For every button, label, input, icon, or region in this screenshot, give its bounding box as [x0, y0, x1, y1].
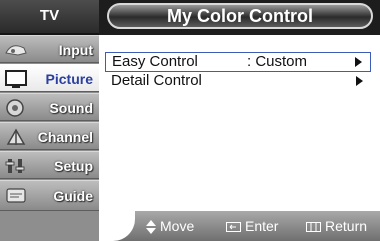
menu-item-easy-control[interactable]: Easy Control : Custom	[105, 52, 371, 72]
sidebar-item-input[interactable]: Input	[0, 35, 99, 63]
sidebar-item-label: Sound	[49, 100, 93, 116]
footer-hint-bar: Move Enter Return	[99, 211, 380, 241]
footer-enter-hint: Enter	[226, 211, 278, 241]
menu-item-label: Detail Control	[111, 72, 202, 89]
menu-item-value: : Custom	[247, 53, 308, 70]
guide-icon	[6, 188, 26, 203]
footer-return-label: Return	[325, 218, 368, 234]
menu-item-detail-control[interactable]: Detail Control	[105, 72, 371, 92]
enter-icon	[226, 222, 241, 233]
footer-return-hint: Return	[306, 211, 367, 241]
input-icon	[5, 45, 27, 56]
sidebar-item-setup[interactable]: Setup	[0, 151, 99, 179]
sound-icon	[6, 99, 24, 117]
footer-move-label: Move	[160, 218, 195, 234]
menu-item-label: Easy Control	[112, 53, 198, 70]
sidebar-header: TV	[0, 0, 99, 35]
page-title: My Color Control	[167, 6, 313, 26]
arrow-right-icon	[356, 76, 363, 86]
sidebar-item-sound[interactable]: Sound	[0, 93, 99, 121]
sidebar-item-label: Picture	[45, 71, 93, 87]
sidebar-item-guide[interactable]: Guide	[0, 180, 99, 211]
sidebar-item-channel[interactable]: Channel	[0, 122, 99, 150]
return-icon	[306, 222, 321, 233]
tv-osd-screen: TV Input Picture Sound Channel Setup Gui…	[0, 0, 380, 241]
title-bar: My Color Control	[99, 0, 380, 35]
footer-corner	[99, 211, 135, 241]
sidebar-item-label: Input	[58, 42, 93, 58]
sidebar-item-picture[interactable]: Picture	[0, 64, 99, 92]
setup-icon	[5, 159, 25, 173]
sidebar: TV Input Picture Sound Channel Setup Gui…	[0, 0, 99, 241]
up-down-arrow-icon	[146, 220, 156, 235]
footer-enter-label: Enter	[245, 218, 279, 234]
sidebar-item-label: Channel	[37, 129, 93, 145]
channel-icon	[6, 128, 26, 145]
picture-icon	[5, 70, 27, 88]
sidebar-item-label: Setup	[54, 158, 93, 174]
arrow-right-icon	[355, 57, 362, 67]
sidebar-item-label: Guide	[53, 188, 93, 204]
menu-panel: Easy Control : Custom Detail Control	[99, 35, 380, 211]
footer-move-hint: Move	[146, 211, 194, 241]
title-pill: My Color Control	[107, 3, 373, 29]
